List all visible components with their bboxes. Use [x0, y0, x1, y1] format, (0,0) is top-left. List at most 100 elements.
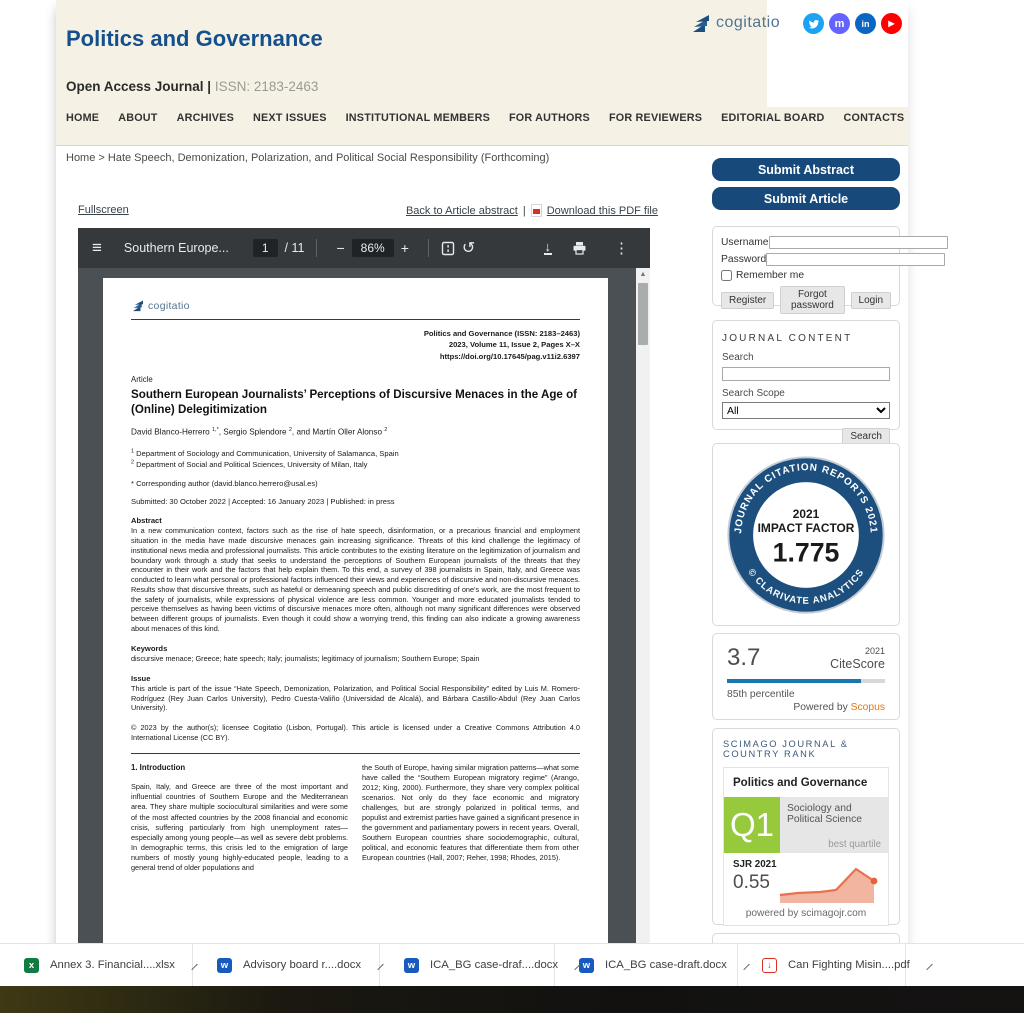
author-1: David Blanco-Herrero [131, 428, 212, 437]
copyright-text: © 2023 by the author(s); licensee Cogita… [131, 723, 580, 743]
pdf-publisher-logo: cogitatio [131, 298, 580, 313]
author-3: , and Martín Oller Alonso [292, 428, 384, 437]
remember-me-label: Remember me [736, 270, 804, 281]
journal-content-box: JOURNAL CONTENT Search Search Scope All … [712, 320, 900, 430]
issue-text: This article is part of the issue “Hate … [131, 684, 580, 713]
scimago-heading: SCIMAGO JOURNAL & COUNTRY RANK [723, 739, 889, 759]
affiliation-1: Department of Sociology and Communicatio… [134, 449, 399, 458]
pdf-document-title: Southern Europe... [124, 241, 229, 255]
zoom-in-button[interactable]: + [401, 240, 409, 256]
page-number-input[interactable]: 1 [253, 239, 278, 257]
toolbar-divider [428, 239, 429, 257]
download-file-name: ICA_BG case-draf....docx [430, 959, 558, 971]
cogitatio-logo[interactable]: cogitatio [690, 11, 780, 35]
intro-right-column: the South of Europe, having similar migr… [362, 763, 579, 873]
fullscreen-link[interactable]: Fullscreen [78, 204, 129, 217]
remember-me-checkbox[interactable] [721, 270, 732, 281]
forgot-password-button[interactable]: Forgot password [780, 286, 844, 314]
journal-page: cogitatio m in ▶ Politics and Governance… [56, 0, 908, 1013]
article-authors: David Blanco-Herrero 1,*, Sergio Splendo… [131, 427, 580, 437]
nav-next-issues[interactable]: NEXT ISSUES [253, 112, 327, 124]
back-to-abstract-link[interactable]: Back to Article abstract [406, 205, 518, 217]
password-label: Password [721, 254, 766, 265]
site-header: cogitatio m in ▶ Politics and Governance… [56, 0, 908, 146]
download-item[interactable]: w ICA_BG case-draf....docx [380, 944, 555, 986]
download-item[interactable]: w ICA_BG case-draft.docx [555, 944, 738, 986]
download-item[interactable]: x Annex 3. Financial....xlsx [0, 944, 193, 986]
search-input[interactable] [722, 367, 890, 381]
pdf-scrollbar[interactable]: ▲ [636, 268, 650, 943]
best-quartile-label: best quartile [787, 839, 881, 850]
cogitatio-book-icon [131, 298, 145, 313]
scimago-widget[interactable]: Politics and Governance Q1 Sociology and… [723, 767, 889, 926]
download-icon[interactable]: ↓ [544, 241, 553, 255]
keywords-label: Keywords [131, 644, 580, 654]
site-title[interactable]: Politics and Governance [66, 26, 323, 52]
article-title: Southern European Journalists’ Perceptio… [131, 387, 580, 417]
rotate-icon[interactable]: ↺ [462, 238, 475, 258]
cogitatio-book-icon [690, 11, 712, 35]
print-icon[interactable] [572, 241, 587, 255]
nav-contacts[interactable]: CONTACTS [844, 112, 905, 124]
nav-for-authors[interactable]: FOR AUTHORS [509, 112, 590, 124]
download-item[interactable]: w Advisory board r....docx [193, 944, 380, 986]
download-item[interactable]: ↓ Can Fighting Misin....pdf [738, 944, 906, 986]
page-total-label: / 11 [285, 241, 305, 255]
more-options-icon[interactable]: ⋮ [614, 239, 629, 257]
citescore-box: 3.7 2021 CiteScore 85th percentile Power… [712, 633, 900, 720]
fit-page-icon[interactable] [441, 241, 455, 256]
nav-about[interactable]: ABOUT [118, 112, 157, 124]
affiliation-2: Department of Social and Political Scien… [134, 460, 367, 469]
citescore-value: 3.7 [727, 644, 760, 672]
submit-article-button[interactable]: Submit Article [712, 187, 900, 210]
scopus-link[interactable]: Scopus [851, 702, 885, 713]
issue-label: Issue [131, 674, 580, 684]
zoom-level[interactable]: 86% [352, 239, 394, 257]
download-file-name: Advisory board r....docx [243, 959, 361, 971]
intro-left-text: Spain, Italy, and Greece are three of th… [131, 782, 348, 873]
twitter-icon[interactable] [803, 13, 824, 34]
word-file-icon: w [579, 958, 594, 973]
submit-abstract-button[interactable]: Submit Abstract [712, 158, 900, 181]
badge-value: 1.775 [773, 537, 840, 567]
login-button[interactable]: Login [851, 292, 891, 309]
powered-by-scimago: powered by scimagojr.com [724, 908, 888, 919]
download-pdf-link[interactable]: Download this PDF file [547, 205, 658, 217]
badge-year: 2021 [793, 506, 820, 520]
nav-for-reviewers[interactable]: FOR REVIEWERS [609, 112, 702, 124]
rule [131, 753, 580, 754]
zoom-out-button[interactable]: − [336, 240, 344, 256]
nav-institutional-members[interactable]: INSTITUTIONAL MEMBERS [346, 112, 490, 124]
viewer-menu-icon[interactable]: ≡ [92, 238, 102, 258]
download-shelf: x Annex 3. Financial....xlsx w Advisory … [0, 943, 1024, 986]
nav-editorial-board[interactable]: EDITORIAL BOARD [721, 112, 824, 124]
chevron-up-icon[interactable] [926, 964, 932, 970]
register-button[interactable]: Register [721, 292, 774, 309]
impact-factor-badge[interactable]: JOURNAL CITATION REPORTS 2021 © CLARIVAT… [725, 454, 887, 616]
username-field[interactable] [769, 236, 948, 249]
abstract-label: Abstract [131, 516, 580, 526]
journal-content-heading: JOURNAL CONTENT [722, 333, 890, 344]
password-field[interactable] [766, 253, 945, 266]
pdf-file-icon: ↓ [762, 958, 777, 973]
scrollbar-thumb[interactable] [638, 283, 648, 345]
linkedin-icon[interactable]: in [855, 13, 876, 34]
quartile-badge: Q1 [724, 797, 780, 853]
impact-factor-box: JOURNAL CITATION REPORTS 2021 © CLARIVAT… [712, 443, 900, 626]
percentile-bar-fill [727, 679, 861, 683]
volume-issue-line: 2023, Volume 11, Issue 2, Pages X–X [131, 339, 580, 350]
excel-file-icon: x [24, 958, 39, 973]
download-file-name: ICA_BG case-draft.docx [605, 959, 727, 971]
nav-archives[interactable]: ARCHIVES [177, 112, 234, 124]
link-separator: | [523, 205, 526, 217]
affiliations: 1 Department of Sociology and Communicat… [131, 448, 580, 470]
mastodon-icon[interactable]: m [829, 13, 850, 34]
nav-home[interactable]: HOME [66, 112, 99, 124]
youtube-icon[interactable]: ▶ [881, 13, 902, 34]
pdf-toolbar: ≡ Southern Europe... 1 / 11 − 86% + ↺ ↓ [78, 228, 650, 268]
breadcrumb[interactable]: Home > Hate Speech, Demonization, Polari… [66, 152, 549, 164]
search-scope-select[interactable]: All [722, 402, 890, 419]
scrollbar-up-arrow[interactable]: ▲ [636, 268, 650, 281]
toolbar-divider [316, 239, 317, 257]
sjr-trend-sparkline [778, 859, 882, 905]
